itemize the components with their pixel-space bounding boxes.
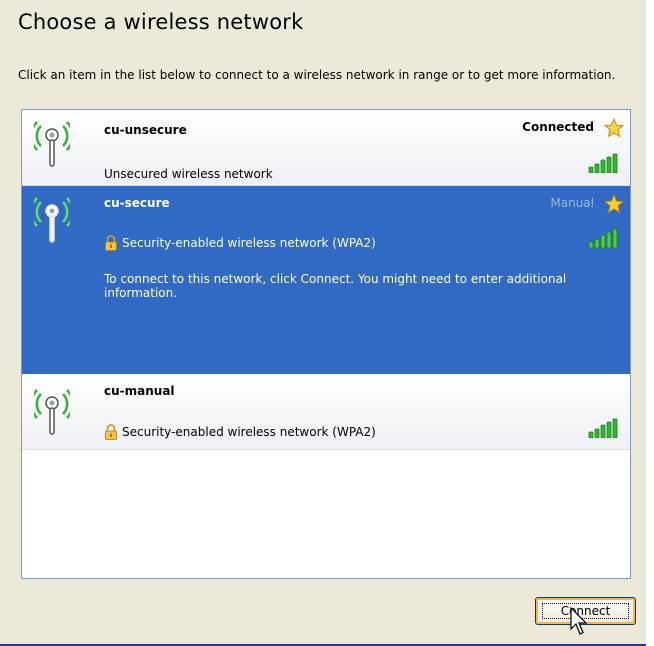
network-description: Security-enabled wireless network (WPA2): [122, 425, 376, 439]
network-name: cu-secure: [104, 196, 170, 210]
window-edge: [646, 0, 654, 646]
network-item-cu-unsecure[interactable]: cu-unsecure Unsecured wireless network C…: [22, 110, 630, 186]
wireless-network-panel: Choose a wireless network Click an item …: [0, 0, 652, 646]
page-title: Choose a wireless network: [18, 10, 304, 34]
star-icon: [604, 194, 624, 214]
network-name: cu-manual: [104, 384, 175, 398]
connection-status: Manual: [550, 196, 594, 210]
connection-status: Connected: [522, 120, 594, 134]
network-item-cu-manual[interactable]: cu-manual Security-enabled wireless netw…: [22, 374, 630, 450]
network-item-cu-secure[interactable]: cu-secure Manual Security-enabled wirele…: [22, 186, 630, 374]
network-name: cu-unsecure: [104, 123, 187, 137]
network-description: Security-enabled wireless network (WPA2): [122, 236, 376, 250]
connect-help-text: To connect to this network, click Connec…: [104, 272, 567, 300]
star-icon: [604, 118, 624, 138]
network-list: cu-unsecure Unsecured wireless network C…: [21, 109, 631, 579]
network-description: Unsecured wireless network: [104, 167, 273, 181]
instructions-text: Click an item in the list below to conne…: [18, 68, 616, 82]
signal-strength-icon: [588, 228, 618, 248]
lock-icon: [105, 424, 117, 440]
lock-icon: [105, 235, 117, 251]
wireless-antenna-icon: [34, 197, 70, 243]
wireless-antenna-icon: [34, 389, 70, 435]
mouse-pointer-icon: [570, 607, 588, 635]
wireless-antenna-icon: [34, 121, 70, 167]
signal-strength-icon: [588, 153, 618, 173]
signal-strength-icon: [588, 418, 618, 438]
